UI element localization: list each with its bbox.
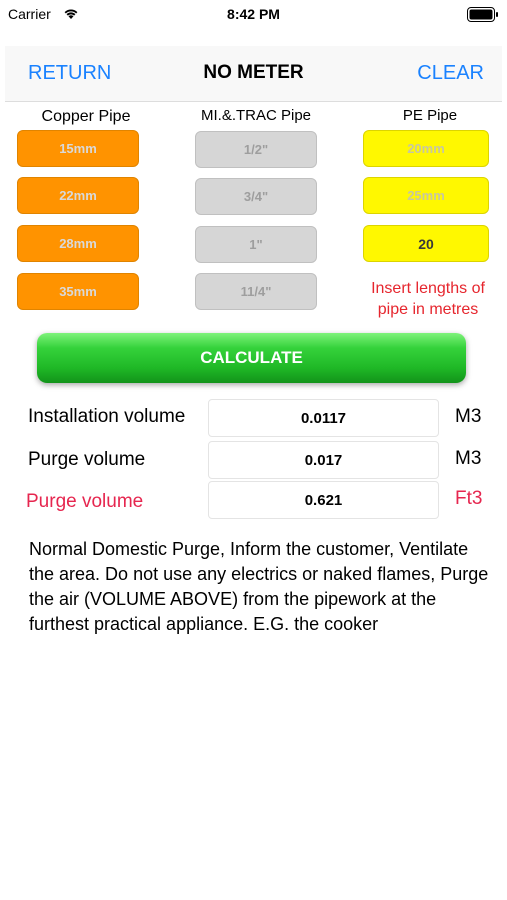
status-bar: Carrier 8:42 PM <box>0 0 507 30</box>
mi-one-inch-input[interactable]: 1" <box>195 226 317 263</box>
copper-15mm-input[interactable]: 15mm <box>17 130 139 167</box>
copper-22mm-input[interactable]: 22mm <box>17 177 139 214</box>
mi-half-inch-input[interactable]: 1/2" <box>195 131 317 168</box>
mi-trac-pipe-heading: MI.&.TRAC Pipe <box>200 107 312 124</box>
installation-volume-label: Installation volume <box>28 406 186 427</box>
purge-volume-value: 0.017 <box>208 441 439 479</box>
clock: 8:42 PM <box>227 6 280 22</box>
calculate-button[interactable]: CALCULATE <box>37 333 466 383</box>
nav-bar: RETURN NO METER CLEAR <box>5 46 502 102</box>
purge-volume-label: Purge volume <box>28 449 146 470</box>
copper-28mm-input[interactable]: 28mm <box>17 225 139 262</box>
pe-pipe-heading: PE Pipe <box>402 107 458 124</box>
mi-three-quarter-inch-input[interactable]: 3/4" <box>195 178 317 215</box>
copper-35mm-input[interactable]: 35mm <box>17 273 139 310</box>
insert-lengths-hint: Insert lengths of pipe in metres <box>371 280 485 318</box>
copper-pipe-heading: Copper Pipe <box>41 108 131 125</box>
mi-one-quarter-inch-input[interactable]: 11/4" <box>195 273 317 310</box>
pe-20mm-input[interactable]: 20mm <box>363 130 489 167</box>
purge-volume-ft3-value: 0.621 <box>208 481 439 519</box>
pe-25mm-input[interactable]: 25mm <box>363 177 489 214</box>
pe-length-input[interactable]: 20 <box>363 225 489 262</box>
battery-icon <box>467 7 498 22</box>
installation-volume-unit: M3 <box>455 406 482 427</box>
purge-instructions: Normal Domestic Purge, Inform the custom… <box>29 539 489 634</box>
clear-button[interactable]: CLEAR <box>417 62 484 85</box>
purge-volume-ft3-unit: Ft3 <box>455 488 483 509</box>
purge-volume-ft3-label: Purge volume <box>26 491 144 512</box>
purge-volume-unit: M3 <box>455 448 482 469</box>
installation-volume-value: 0.0117 <box>208 399 439 437</box>
